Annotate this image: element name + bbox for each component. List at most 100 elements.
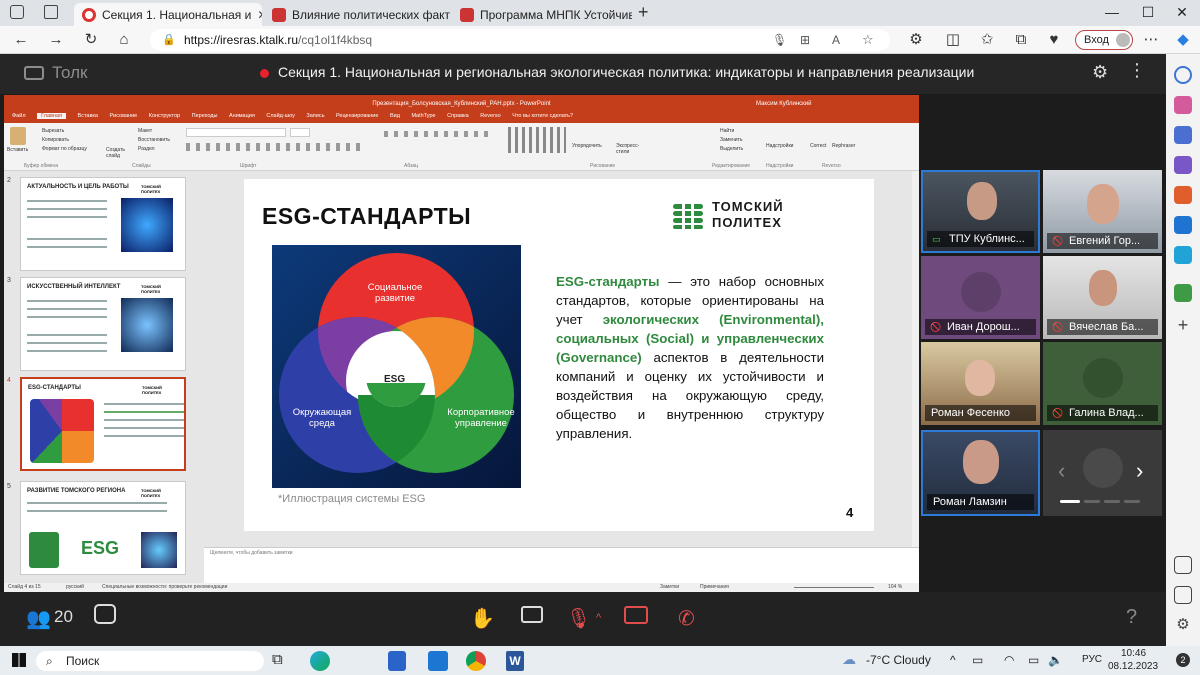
notes-pane[interactable]: Щелкните, чтобы добавить заметки bbox=[204, 547, 919, 583]
page-dot[interactable] bbox=[1084, 500, 1100, 503]
mail-icon[interactable] bbox=[428, 651, 448, 671]
notes-toggle[interactable]: Заметки bbox=[660, 584, 679, 590]
tools-icon[interactable] bbox=[1174, 126, 1192, 144]
wifi-icon[interactable]: ◠ bbox=[1004, 653, 1014, 673]
menu-item[interactable]: Справка bbox=[447, 113, 469, 119]
performance-icon[interactable]: ♥ bbox=[1043, 29, 1065, 51]
menu-item[interactable]: Reverso bbox=[480, 113, 500, 119]
camera-off-icon[interactable] bbox=[624, 606, 648, 624]
clock-time[interactable]: 10:46 bbox=[1121, 648, 1146, 659]
app-icon[interactable]: ⊞ bbox=[800, 29, 810, 51]
menu-item[interactable]: Рецензирование bbox=[336, 113, 378, 119]
participant-tile[interactable]: 🚫 Галина Влад... bbox=[1043, 342, 1162, 425]
outlook-icon[interactable] bbox=[1174, 216, 1192, 234]
favorites-icon[interactable]: ✩ bbox=[976, 29, 998, 51]
paragraph-row[interactable] bbox=[384, 131, 494, 137]
taskbar-search[interactable]: ⌕ Поиск bbox=[36, 651, 264, 671]
url-input[interactable]: 🔒 https://iresras.ktalk.ru/cq1ol1f4kbsq … bbox=[150, 29, 890, 51]
tab-pdf-1[interactable]: Влияние политических факторо ✕ bbox=[264, 3, 450, 26]
quick-styles-button[interactable]: Экспресс-стили bbox=[616, 143, 650, 155]
next-page-icon[interactable]: › bbox=[1136, 458, 1143, 484]
network-icon[interactable]: ▭ bbox=[972, 653, 983, 673]
start-icon[interactable] bbox=[12, 653, 26, 667]
help-icon[interactable]: ? bbox=[1126, 606, 1137, 629]
minimize-icon[interactable]: — bbox=[1092, 4, 1132, 20]
menu-item[interactable]: Анимация bbox=[229, 113, 255, 119]
login-button[interactable]: Вход bbox=[1075, 30, 1133, 50]
font-name-input[interactable] bbox=[186, 128, 286, 137]
workspaces-icon[interactable] bbox=[10, 5, 24, 19]
menu-item[interactable]: Рисование bbox=[110, 113, 138, 119]
search-icon[interactable] bbox=[1174, 66, 1192, 84]
thumbnail-slide-2[interactable]: АКТУАЛЬНОСТЬ И ЦЕЛЬ РАБОТЫ ТОМСКИЙ ПОЛИТ… bbox=[20, 177, 186, 271]
notifications-badge[interactable]: 2 bbox=[1176, 653, 1190, 667]
font-format-row[interactable] bbox=[186, 143, 366, 151]
vertical-scrollbar[interactable] bbox=[912, 171, 919, 547]
lock-icon[interactable]: 🔒 bbox=[162, 29, 176, 51]
menu-item[interactable]: Главная bbox=[37, 113, 66, 119]
battery-icon[interactable]: ▭ bbox=[1028, 653, 1039, 673]
menu-item[interactable]: Слайд-шоу bbox=[266, 113, 295, 119]
read-aloud-icon[interactable]: A bbox=[832, 29, 840, 51]
task-view-icon[interactable]: ⧉ bbox=[272, 651, 283, 671]
menu-item[interactable]: MathType bbox=[411, 113, 435, 119]
more-icon[interactable]: ⋮ bbox=[1128, 60, 1146, 81]
add-icon[interactable]: + bbox=[1174, 316, 1192, 334]
games-icon[interactable] bbox=[1174, 156, 1192, 174]
home-icon[interactable]: ⌂ bbox=[113, 29, 135, 51]
favorite-star-icon[interactable]: ☆ bbox=[862, 29, 874, 51]
close-window-icon[interactable]: ✕ bbox=[1162, 4, 1200, 21]
shopping-icon[interactable] bbox=[1174, 96, 1192, 114]
font-size-input[interactable] bbox=[290, 128, 310, 137]
menu-item[interactable]: Вид bbox=[390, 113, 400, 119]
settings-icon[interactable]: ⚙ bbox=[1092, 62, 1108, 83]
arrange-button[interactable]: Упорядочить bbox=[572, 143, 602, 149]
replace-button[interactable]: Заменить bbox=[720, 137, 742, 143]
status-accessibility[interactable]: Специальные возможности: проверьте реком… bbox=[102, 584, 227, 590]
shapes-gallery[interactable] bbox=[508, 127, 566, 153]
rephraser-button[interactable]: Rephraser bbox=[832, 143, 855, 149]
tab-section-1[interactable]: Секция 1. Национальная и ✕ bbox=[74, 3, 262, 26]
tray-chevron-icon[interactable]: ^ bbox=[950, 653, 956, 673]
mic-options-icon[interactable]: ^ bbox=[596, 612, 601, 624]
collections-icon[interactable]: ⧉ bbox=[1010, 29, 1032, 51]
page-dot[interactable] bbox=[1124, 500, 1140, 503]
leave-call-icon[interactable]: ✆ bbox=[678, 606, 695, 631]
volume-icon[interactable]: 🔈 bbox=[1048, 653, 1063, 673]
participants-icon[interactable]: 👥 bbox=[26, 606, 51, 631]
participant-tile[interactable]: 🚫 Иван Дорош... bbox=[921, 256, 1040, 339]
sidebar-layout-icon[interactable] bbox=[1174, 556, 1192, 574]
back-icon[interactable]: ← bbox=[10, 29, 32, 51]
office-icon[interactable] bbox=[1174, 186, 1192, 204]
reset-button[interactable]: Восстановить bbox=[138, 137, 170, 143]
mic-icon[interactable]: 🎙 bbox=[772, 29, 787, 51]
copy-button[interactable]: Копировать bbox=[42, 137, 69, 143]
tab-pdf-2[interactable]: Программа МНПК Устойчивое ✕ bbox=[452, 3, 632, 26]
comments-toggle[interactable]: Примечания bbox=[700, 584, 729, 590]
mic-muted-icon[interactable]: 🎙 bbox=[566, 606, 591, 631]
thumbnail-slide-3[interactable]: ИСКУССТВЕННЫЙ ИНТЕЛЛЕКТ ТОМСКИЙ ПОЛИТЕХ bbox=[20, 277, 186, 371]
clock-date[interactable]: 08.12.2023 bbox=[1108, 661, 1158, 672]
extensions-icon[interactable]: ⚙ bbox=[905, 29, 927, 51]
store-icon[interactable] bbox=[388, 651, 406, 671]
page-dot-active[interactable] bbox=[1060, 500, 1080, 503]
menu-item[interactable]: Файл bbox=[12, 113, 26, 119]
thumbnail-slide-4[interactable]: ESG-СТАНДАРТЫ ТОМСКИЙ ПОЛИТЕХ bbox=[20, 377, 186, 471]
new-slide-button[interactable]: Создать слайд bbox=[106, 147, 130, 159]
participant-tile[interactable]: 🚫 Евгений Гор... bbox=[1043, 170, 1162, 253]
zoom-slider[interactable] bbox=[794, 587, 874, 588]
cut-button[interactable]: Вырезать bbox=[42, 128, 64, 134]
find-button[interactable]: Найти bbox=[720, 128, 734, 134]
menu-item[interactable]: Переходы bbox=[192, 113, 218, 119]
paste-button[interactable]: Вставить bbox=[7, 147, 28, 153]
screen-share-icon[interactable] bbox=[521, 606, 543, 623]
tab-actions-icon[interactable] bbox=[44, 5, 58, 19]
menu-item[interactable]: Запись bbox=[306, 113, 324, 119]
word-icon[interactable]: W bbox=[506, 651, 524, 671]
format-painter-button[interactable]: Формат по образцу bbox=[42, 146, 87, 152]
section-button[interactable]: Раздел bbox=[138, 146, 155, 152]
current-slide[interactable]: ESG-СТАНДАРТЫ ТОМСКИЙ ПОЛИТЕХ Социальное… bbox=[244, 179, 874, 531]
paste-icon[interactable] bbox=[10, 127, 26, 145]
addins-button[interactable]: Надстройки bbox=[766, 143, 793, 149]
participant-tile[interactable]: Роман Фесенко bbox=[921, 342, 1040, 425]
